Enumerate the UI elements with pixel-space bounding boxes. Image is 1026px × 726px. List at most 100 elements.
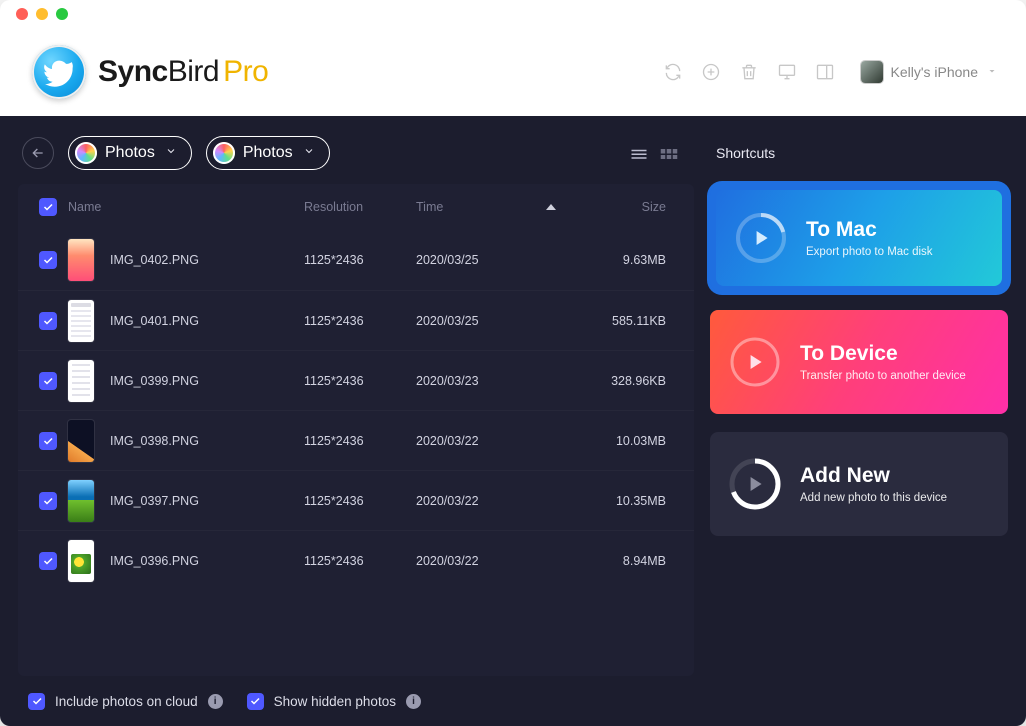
breadcrumb-label: Photos bbox=[105, 144, 155, 162]
row-checkbox[interactable] bbox=[39, 552, 57, 570]
card-subtitle: Add new photo to this device bbox=[800, 492, 947, 504]
row-checkbox[interactable] bbox=[39, 492, 57, 510]
back-button[interactable] bbox=[22, 137, 54, 169]
shortcuts-heading: Shortcuts bbox=[710, 145, 1008, 161]
list-view-icon[interactable] bbox=[630, 146, 648, 160]
file-name: IMG_0397.PNG bbox=[110, 494, 199, 508]
breadcrumb-label: Photos bbox=[243, 144, 293, 162]
show-hidden-checkbox[interactable] bbox=[247, 693, 264, 710]
refresh-icon[interactable] bbox=[663, 62, 683, 82]
file-resolution: 1125*2436 bbox=[304, 253, 416, 267]
play-icon bbox=[751, 477, 762, 491]
table-row[interactable]: IMG_0402.PNG 1125*24362020/03/259.63MB bbox=[18, 230, 694, 290]
file-resolution: 1125*2436 bbox=[304, 374, 416, 388]
file-time: 2020/03/23 bbox=[416, 374, 556, 388]
minimize-icon[interactable] bbox=[36, 8, 48, 20]
sort-ascending-icon bbox=[546, 204, 556, 210]
chevron-down-icon bbox=[303, 144, 315, 162]
photo-thumbnail bbox=[68, 420, 94, 462]
chevron-down-icon bbox=[986, 64, 998, 80]
grid-view-icon[interactable] bbox=[660, 146, 678, 160]
table-row[interactable]: IMG_0399.PNG 1125*24362020/03/23328.96KB bbox=[18, 350, 694, 410]
include-cloud-label: Include photos on cloud bbox=[55, 694, 198, 709]
progress-ring-icon bbox=[728, 457, 782, 511]
shortcut-to-mac[interactable]: To Mac Export photo to Mac disk bbox=[710, 184, 1008, 292]
file-name: IMG_0401.PNG bbox=[110, 314, 199, 328]
table-header: Name Resolution Time Size bbox=[18, 184, 694, 230]
file-time: 2020/03/25 bbox=[416, 314, 556, 328]
include-cloud-checkbox[interactable] bbox=[28, 693, 45, 710]
add-icon[interactable] bbox=[701, 62, 721, 82]
file-size: 10.35MB bbox=[556, 494, 676, 508]
info-icon[interactable]: i bbox=[406, 694, 421, 709]
card-subtitle: Export photo to Mac disk bbox=[806, 246, 933, 258]
app-logo: SyncBirdPro bbox=[32, 45, 268, 99]
photo-thumbnail bbox=[68, 480, 94, 522]
close-icon[interactable] bbox=[16, 8, 28, 20]
breadcrumb-photos-1[interactable]: Photos bbox=[68, 136, 192, 170]
table-body: IMG_0402.PNG1125*24362020/03/259.63MBIMG… bbox=[18, 230, 694, 676]
window-titlebar bbox=[0, 0, 1026, 28]
photos-app-icon bbox=[75, 142, 97, 164]
col-resolution[interactable]: Resolution bbox=[304, 200, 416, 214]
file-name: IMG_0399.PNG bbox=[110, 374, 199, 388]
header-actions bbox=[663, 62, 835, 82]
table-row[interactable]: IMG_0401.PNG 1125*24362020/03/25585.11KB bbox=[18, 290, 694, 350]
shortcut-to-device[interactable]: To Device Transfer photo to another devi… bbox=[710, 310, 1008, 414]
file-time: 2020/03/22 bbox=[416, 554, 556, 568]
file-size: 10.03MB bbox=[556, 434, 676, 448]
file-time: 2020/03/25 bbox=[416, 253, 556, 267]
file-resolution: 1125*2436 bbox=[304, 314, 416, 328]
breadcrumb-toolbar: Photos Photos Shortcuts bbox=[18, 136, 1008, 184]
app-window: SyncBirdPro Kelly's iPhone Photos bbox=[0, 0, 1026, 726]
file-resolution: 1125*2436 bbox=[304, 554, 416, 568]
table-row[interactable]: IMG_0397.PNG1125*24362020/03/2210.35MB bbox=[18, 470, 694, 530]
row-checkbox[interactable] bbox=[39, 432, 57, 450]
device-thumbnail-icon bbox=[861, 61, 883, 83]
content-area: Photos Photos Shortcuts Name Resolution bbox=[0, 116, 1026, 726]
select-all-checkbox[interactable] bbox=[39, 198, 57, 216]
file-resolution: 1125*2436 bbox=[304, 434, 416, 448]
file-name: IMG_0398.PNG bbox=[110, 434, 199, 448]
card-title: To Mac bbox=[806, 218, 933, 242]
chevron-down-icon bbox=[165, 144, 177, 162]
panel-icon[interactable] bbox=[815, 62, 835, 82]
file-size: 9.63MB bbox=[556, 253, 676, 267]
row-checkbox[interactable] bbox=[39, 251, 57, 269]
desktop-icon[interactable] bbox=[777, 62, 797, 82]
card-title: To Device bbox=[800, 342, 966, 366]
file-time: 2020/03/22 bbox=[416, 434, 556, 448]
trash-icon[interactable] bbox=[739, 62, 759, 82]
file-size: 328.96KB bbox=[556, 374, 676, 388]
shortcut-add-new[interactable]: Add New Add new photo to this device bbox=[710, 432, 1008, 536]
file-time: 2020/03/22 bbox=[416, 494, 556, 508]
col-size[interactable]: Size bbox=[556, 200, 676, 214]
view-toggle bbox=[630, 146, 678, 160]
row-checkbox[interactable] bbox=[39, 372, 57, 390]
photo-thumbnail bbox=[68, 360, 94, 402]
progress-ring-icon bbox=[734, 211, 788, 265]
play-icon bbox=[751, 355, 762, 369]
info-icon[interactable]: i bbox=[208, 694, 223, 709]
device-name: Kelly's iPhone bbox=[891, 64, 979, 80]
brand-text: SyncBirdPro bbox=[98, 55, 268, 89]
progress-ring-icon bbox=[728, 335, 782, 389]
shortcuts-panel: To Mac Export photo to Mac disk To Devic… bbox=[710, 184, 1008, 676]
app-header: SyncBirdPro Kelly's iPhone bbox=[0, 28, 1026, 116]
photos-app-icon bbox=[213, 142, 235, 164]
maximize-icon[interactable] bbox=[56, 8, 68, 20]
bird-icon bbox=[32, 45, 86, 99]
photos-table: Name Resolution Time Size IMG_0402.PNG 11… bbox=[18, 184, 694, 676]
play-icon bbox=[757, 231, 768, 245]
table-row[interactable]: IMG_0396.PNG1125*24362020/03/228.94MB bbox=[18, 530, 694, 590]
device-selector[interactable]: Kelly's iPhone bbox=[861, 61, 999, 83]
col-name[interactable]: Name bbox=[68, 200, 304, 214]
file-size: 585.11KB bbox=[556, 314, 676, 328]
card-title: Add New bbox=[800, 464, 947, 488]
col-time[interactable]: Time bbox=[416, 200, 556, 214]
file-name: IMG_0402.PNG bbox=[110, 253, 199, 267]
breadcrumb-photos-2[interactable]: Photos bbox=[206, 136, 330, 170]
table-row[interactable]: IMG_0398.PNG 1125*24362020/03/2210.03MB bbox=[18, 410, 694, 470]
row-checkbox[interactable] bbox=[39, 312, 57, 330]
file-size: 8.94MB bbox=[556, 554, 676, 568]
